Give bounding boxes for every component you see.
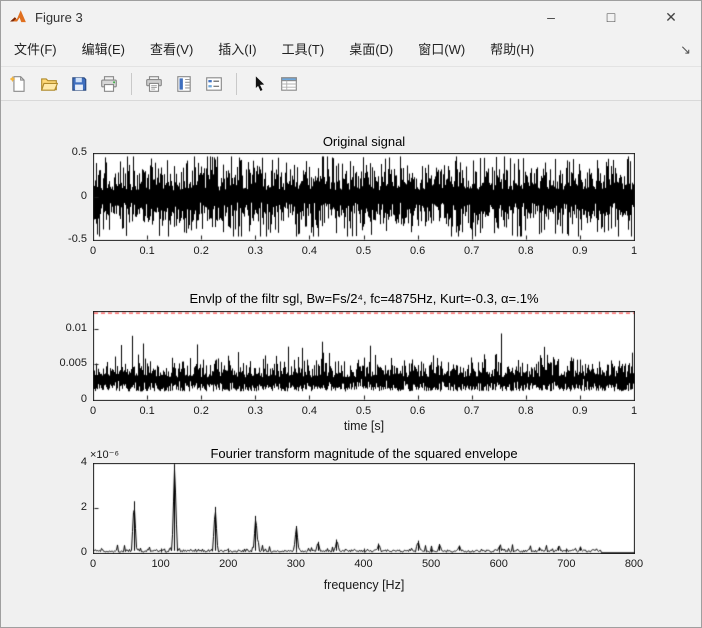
menu-help[interactable]: 帮助(H) [481, 33, 543, 66]
open-file-button[interactable] [37, 71, 61, 97]
print-preview-button[interactable] [142, 71, 166, 97]
y-tick-label: 0.5 [71, 146, 87, 158]
menubar: 文件(F) 编辑(E) 查看(V) 插入(I) 工具(T) 桌面(D) 窗口(W… [1, 33, 701, 67]
edit-plot-button[interactable] [247, 71, 271, 97]
menu-tools[interactable]: 工具(T) [273, 33, 334, 66]
x-tick-label: 0.4 [301, 405, 318, 417]
minimize-button[interactable]: – [521, 1, 581, 33]
y-tick-label: 2 [80, 501, 87, 513]
x-tick-label: 0.9 [572, 405, 588, 417]
toolbar-separator [131, 72, 132, 95]
printer-icon [101, 75, 117, 92]
y-tick-label: 0.005 [59, 357, 87, 370]
menu-view[interactable]: 查看(V) [141, 33, 202, 66]
x-tick-label: 0.1 [139, 245, 155, 257]
plot2-xlabel: time [s] [343, 419, 385, 433]
x-tick-label: 100 [151, 558, 170, 570]
x-tick-label: 800 [624, 558, 644, 570]
dock-figure-icon[interactable]: ↘ [680, 42, 691, 58]
plot2-axes [93, 311, 635, 401]
print-preview-icon [146, 75, 162, 92]
menu-window[interactable]: 窗口(W) [409, 33, 474, 66]
menu-edit[interactable]: 编辑(E) [73, 33, 134, 66]
y-tick-label: 4 [80, 456, 87, 468]
x-tick-label: 600 [489, 558, 508, 570]
x-tick-label: 0.3 [247, 405, 263, 417]
plot1-title: Original signal [322, 134, 406, 149]
x-tick-label: 0.1 [139, 405, 155, 417]
x-tick-label: 0.4 [301, 245, 318, 257]
save-figure-button[interactable] [67, 71, 91, 97]
x-tick-label: 0.2 [193, 245, 209, 257]
x-tick-label: 0.6 [409, 245, 426, 257]
menu-desktop[interactable]: 桌面(D) [340, 33, 402, 66]
x-tick-label: 1 [630, 245, 638, 257]
new-figure-icon [10, 75, 25, 92]
plot3-axes [93, 463, 635, 554]
x-tick-label: 300 [286, 558, 306, 570]
y-tick-label: 0 [80, 393, 87, 405]
x-tick-label: 0.7 [464, 245, 480, 257]
maximize-button[interactable]: □ [581, 1, 641, 33]
titlebar[interactable]: Figure 3 – □ ✕ [1, 1, 701, 33]
y-tick-label: 0.01 [65, 321, 87, 334]
toolbar-separator [236, 72, 237, 95]
x-tick-label: 200 [219, 558, 238, 570]
x-tick-label: 0.6 [409, 405, 426, 417]
colorbar-icon [177, 75, 191, 92]
x-tick-label: 0.7 [464, 405, 480, 417]
window-controls: – □ ✕ [521, 1, 701, 33]
x-tick-label: 0 [89, 405, 97, 417]
legend-icon [206, 76, 222, 91]
toolbar [1, 67, 701, 101]
x-tick-label: 400 [354, 558, 373, 570]
figure-canvas-area: Original signal Envlp of the filtr sgl, … [1, 101, 701, 627]
plot3-title: Fourier transform magnitude of the squar… [210, 446, 518, 461]
menu-insert[interactable]: 插入(I) [209, 33, 265, 66]
y-tick-label: 0 [80, 546, 87, 558]
x-tick-label: 0.8 [518, 405, 534, 417]
y-tick-label: -0.5 [68, 233, 87, 245]
property-inspector-icon [281, 76, 297, 91]
x-tick-label: 0 [89, 558, 97, 570]
pointer-arrow-icon [255, 75, 265, 91]
plot2-title: Envlp of the filtr sgl, Bw=Fs/2⁴, fc=487… [189, 291, 539, 306]
insert-colorbar-button[interactable] [172, 71, 196, 97]
figure-window: Figure 3 – □ ✕ 文件(F) 编辑(E) 查看(V) 插入(I) 工… [0, 0, 702, 628]
x-tick-label: 0.5 [355, 405, 372, 417]
x-tick-label: 0 [89, 245, 97, 257]
x-tick-label: 500 [421, 558, 441, 570]
matlab-icon [9, 8, 27, 26]
window-title: Figure 3 [35, 9, 83, 25]
property-inspector-button[interactable] [277, 71, 301, 97]
x-tick-label: 0.9 [572, 245, 588, 257]
x-tick-label: 0.8 [518, 245, 534, 257]
x-tick-label: 0.3 [247, 245, 263, 257]
plot3-y-exponent-label: ×10⁻⁶ [90, 449, 119, 461]
x-tick-label: 1 [630, 405, 638, 417]
save-floppy-icon [72, 76, 87, 91]
print-figure-button[interactable] [97, 71, 121, 97]
y-tick-label: 0 [80, 189, 87, 202]
insert-legend-button[interactable] [202, 71, 226, 97]
x-tick-label: 700 [557, 558, 576, 570]
plot1-axes [93, 153, 635, 241]
open-folder-icon [40, 77, 58, 91]
x-tick-label: 0.2 [193, 405, 209, 417]
close-button[interactable]: ✕ [641, 1, 701, 33]
plot3-xlabel: frequency [Hz] [323, 578, 405, 592]
menu-file[interactable]: 文件(F) [5, 33, 66, 66]
new-figure-button[interactable] [7, 71, 31, 97]
x-tick-label: 0.5 [355, 245, 372, 257]
